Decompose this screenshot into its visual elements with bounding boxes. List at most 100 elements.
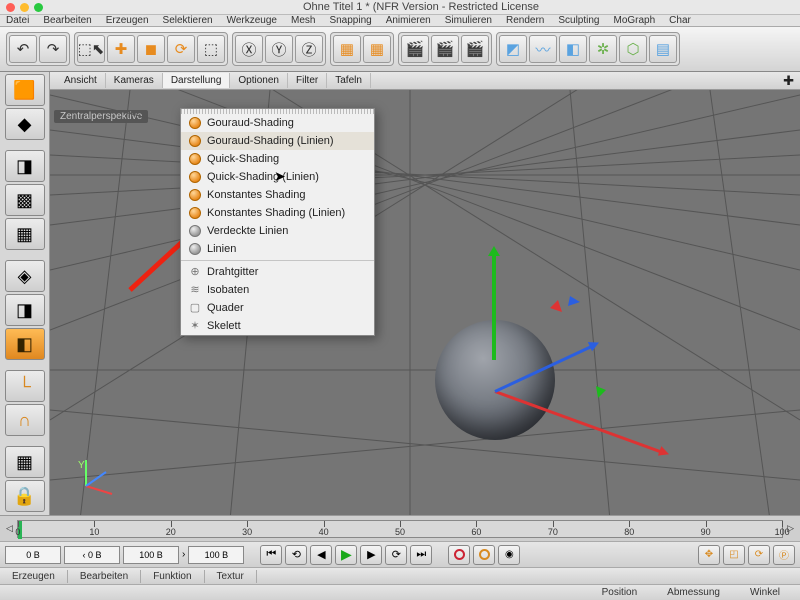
environment-button[interactable]: ▤ xyxy=(649,35,677,63)
menu-datei[interactable]: Datei xyxy=(6,15,29,26)
make-editable-button[interactable]: 🟧 xyxy=(5,74,45,106)
clapper2-icon[interactable]: 🎬 xyxy=(431,35,459,63)
menu-rendern[interactable]: Rendern xyxy=(506,15,544,26)
workplane-button[interactable]: ▦ xyxy=(5,218,45,250)
range-start-field[interactable]: 100 B xyxy=(123,546,179,564)
model-mode-button[interactable]: ◆ xyxy=(5,108,45,140)
menu-linien[interactable]: Linien xyxy=(181,240,374,258)
axis-y-button[interactable]: Ⓨ xyxy=(265,35,293,63)
vp-tab-filter[interactable]: Filter xyxy=(288,73,327,88)
redo-button[interactable]: ↷ xyxy=(39,35,67,63)
menu-skelett[interactable]: ✶Skelett xyxy=(181,317,374,335)
main-toolbar: ↶ ↷ ⬚⬉ ✚ ◼ ⟳ ⬚ Ⓧ Ⓨ Ⓩ ▦ ▦ 🎬 🎬 🎬 ◩ 〰 ◧ ✲ ⬡… xyxy=(0,27,800,72)
close-icon[interactable] xyxy=(6,3,15,12)
object-mode-button[interactable]: ◨ xyxy=(5,150,45,182)
maximize-icon[interactable] xyxy=(34,3,43,12)
axis-tool-button[interactable]: └ xyxy=(5,370,45,402)
menu-bearbeiten[interactable]: Bearbeiten xyxy=(43,15,91,26)
key-pos-button[interactable]: ✥ xyxy=(698,545,720,565)
menu-gouraud[interactable]: Gouraud-Shading xyxy=(181,114,374,132)
clapper3-icon[interactable]: 🎬 xyxy=(461,35,489,63)
axis-x-button[interactable]: Ⓧ xyxy=(235,35,263,63)
tab-bearbeiten[interactable]: Bearbeiten xyxy=(68,570,141,583)
tab-funktion[interactable]: Funktion xyxy=(141,570,204,583)
record-button[interactable] xyxy=(448,545,470,565)
lock-button[interactable]: 🔒 xyxy=(5,480,45,512)
move-tool[interactable]: ✚ xyxy=(107,35,135,63)
nurbs-button[interactable]: ◧ xyxy=(559,35,587,63)
prev-frame-button[interactable]: ◀ xyxy=(310,545,332,565)
menu-verdeckte[interactable]: Verdeckte Linien xyxy=(181,222,374,240)
viewport-menubar: Ansicht Kameras Darstellung Optionen Fil… xyxy=(50,72,800,90)
3d-viewport[interactable]: Zentralperspektive xyxy=(50,90,800,515)
keyframe-sel-button[interactable]: ◉ xyxy=(498,545,520,565)
next-key-button[interactable]: ⟳ xyxy=(385,545,407,565)
menu-snapping[interactable]: Snapping xyxy=(329,15,371,26)
scale-tool[interactable]: ◼ xyxy=(137,35,165,63)
render-settings-button[interactable]: ▦ xyxy=(363,35,391,63)
vp-tab-optionen[interactable]: Optionen xyxy=(230,73,288,88)
vp-tab-ansicht[interactable]: Ansicht xyxy=(56,73,106,88)
spline-primitive-button[interactable]: 〰 xyxy=(529,35,557,63)
status-bar: Position Abmessung Winkel xyxy=(0,584,800,600)
rotate-tool[interactable]: ⟳ xyxy=(167,35,195,63)
autokey-button[interactable] xyxy=(473,545,495,565)
cube-primitive-button[interactable]: ◩ xyxy=(499,35,527,63)
polygons-mode-button[interactable]: ◧ xyxy=(5,328,45,360)
menu-konstant[interactable]: Konstantes Shading xyxy=(181,186,374,204)
menu-erzeugen[interactable]: Erzeugen xyxy=(106,15,149,26)
generator-button[interactable]: ✲ xyxy=(589,35,617,63)
vp-tab-kameras[interactable]: Kameras xyxy=(106,73,163,88)
menu-char[interactable]: Char xyxy=(669,15,691,26)
menu-isobaten[interactable]: ≋Isobaten xyxy=(181,281,374,299)
goto-start-button[interactable]: ⏮ xyxy=(260,545,282,565)
menu-quader[interactable]: ▢Quader xyxy=(181,299,374,317)
lasso-tool[interactable]: ⬚ xyxy=(197,35,225,63)
tab-textur[interactable]: Textur xyxy=(205,570,257,583)
texture-mode-button[interactable]: ▩ xyxy=(5,184,45,216)
select-tool[interactable]: ⬚⬉ xyxy=(77,35,105,63)
menu-sculpting[interactable]: Sculpting xyxy=(558,15,599,26)
menu-konstant-linien[interactable]: Konstantes Shading (Linien) xyxy=(181,204,374,222)
key-rot-button[interactable]: ⟳ xyxy=(748,545,770,565)
ruler-handle-left-icon[interactable]: ◁ xyxy=(6,523,13,534)
magnet-button[interactable]: ∩ xyxy=(5,404,45,436)
menu-werkzeuge[interactable]: Werkzeuge xyxy=(227,15,277,26)
prev-key-button[interactable]: ⟲ xyxy=(285,545,307,565)
range-start-mark[interactable]: ‹ 0 B xyxy=(64,546,120,564)
menu-quick[interactable]: Quick-Shading xyxy=(181,150,374,168)
clapper1-icon[interactable]: 🎬 xyxy=(401,35,429,63)
key-scale-button[interactable]: ◰ xyxy=(723,545,745,565)
points-mode-button[interactable]: ◈ xyxy=(5,260,45,292)
gizmo-handles[interactable] xyxy=(540,290,630,430)
range-end-field[interactable]: 100 B xyxy=(188,546,244,564)
snap-grid-button[interactable]: ▦ xyxy=(5,446,45,478)
menu-selektieren[interactable]: Selektieren xyxy=(163,15,213,26)
menu-mesh[interactable]: Mesh xyxy=(291,15,315,26)
menu-animieren[interactable]: Animieren xyxy=(386,15,431,26)
play-button[interactable]: ▶ xyxy=(335,545,357,565)
mode-toolbar: 🟧 ◆ ◨ ▩ ▦ ◈ ◨ ◧ └ ∩ ▦ 🔒 xyxy=(0,72,50,515)
undo-button[interactable]: ↶ xyxy=(9,35,37,63)
tab-erzeugen[interactable]: Erzeugen xyxy=(0,570,68,583)
current-frame-field[interactable]: 0 B xyxy=(5,546,61,564)
edges-mode-button[interactable]: ◨ xyxy=(5,294,45,326)
vp-tab-darstellung[interactable]: Darstellung xyxy=(163,73,231,88)
gizmo-y-axis[interactable] xyxy=(492,250,496,360)
menu-drahtgitter[interactable]: ⊕Drahtgitter xyxy=(181,263,374,281)
vp-tab-tafeln[interactable]: Tafeln xyxy=(327,73,371,88)
ruler[interactable]: 0102030405060708090100 xyxy=(17,520,783,538)
menu-gouraud-linien[interactable]: Gouraud-Shading (Linien) ➤ xyxy=(181,132,374,150)
menu-simulieren[interactable]: Simulieren xyxy=(445,15,492,26)
next-frame-button[interactable]: ▶ xyxy=(360,545,382,565)
app-menubar: Datei Bearbeiten Erzeugen Selektieren We… xyxy=(0,15,800,27)
timeline-ruler[interactable]: ◁ 0102030405060708090100 ▷ xyxy=(0,515,800,541)
render-view-button[interactable]: ▦ xyxy=(333,35,361,63)
minimize-icon[interactable] xyxy=(20,3,29,12)
key-param-button[interactable]: Ⓟ xyxy=(773,545,795,565)
goto-end-button[interactable]: ⏭ xyxy=(410,545,432,565)
deformer-button[interactable]: ⬡ xyxy=(619,35,647,63)
menu-mograph[interactable]: MoGraph xyxy=(613,15,655,26)
axis-z-button[interactable]: Ⓩ xyxy=(295,35,323,63)
viewport-add-icon[interactable]: ✚ xyxy=(783,73,794,89)
